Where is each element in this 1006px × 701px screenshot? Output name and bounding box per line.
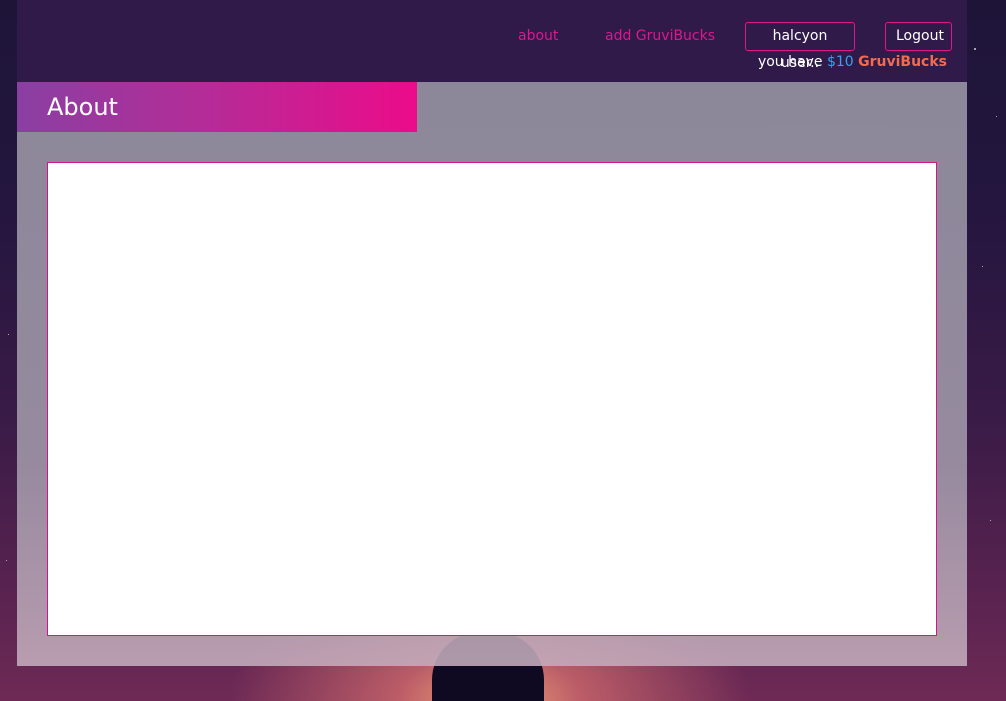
page-header: About	[17, 82, 417, 132]
balance-currency: GruviBucks	[858, 54, 947, 70]
page-title: About	[47, 93, 118, 121]
page-panel: about add GruviBucks halcyon user.. Logo…	[17, 0, 967, 666]
star-decoration	[6, 560, 7, 561]
nav-link-about[interactable]: about	[518, 28, 558, 44]
balance-display: you have $10 GruviBucks	[758, 54, 947, 70]
star-decoration	[996, 116, 997, 117]
star-decoration	[990, 520, 991, 521]
star-decoration	[974, 48, 976, 50]
star-decoration	[982, 266, 983, 267]
nav-link-add-gruvibucks[interactable]: add GruviBucks	[605, 28, 715, 44]
balance-amount: $10	[826, 54, 854, 70]
logout-button[interactable]: Logout	[885, 22, 952, 51]
balance-prefix: you have	[757, 54, 823, 70]
about-content-frame	[47, 162, 937, 636]
top-navigation: about add GruviBucks halcyon user.. Logo…	[17, 0, 967, 82]
user-menu-button[interactable]: halcyon user..	[745, 22, 855, 71]
star-decoration	[8, 334, 9, 335]
